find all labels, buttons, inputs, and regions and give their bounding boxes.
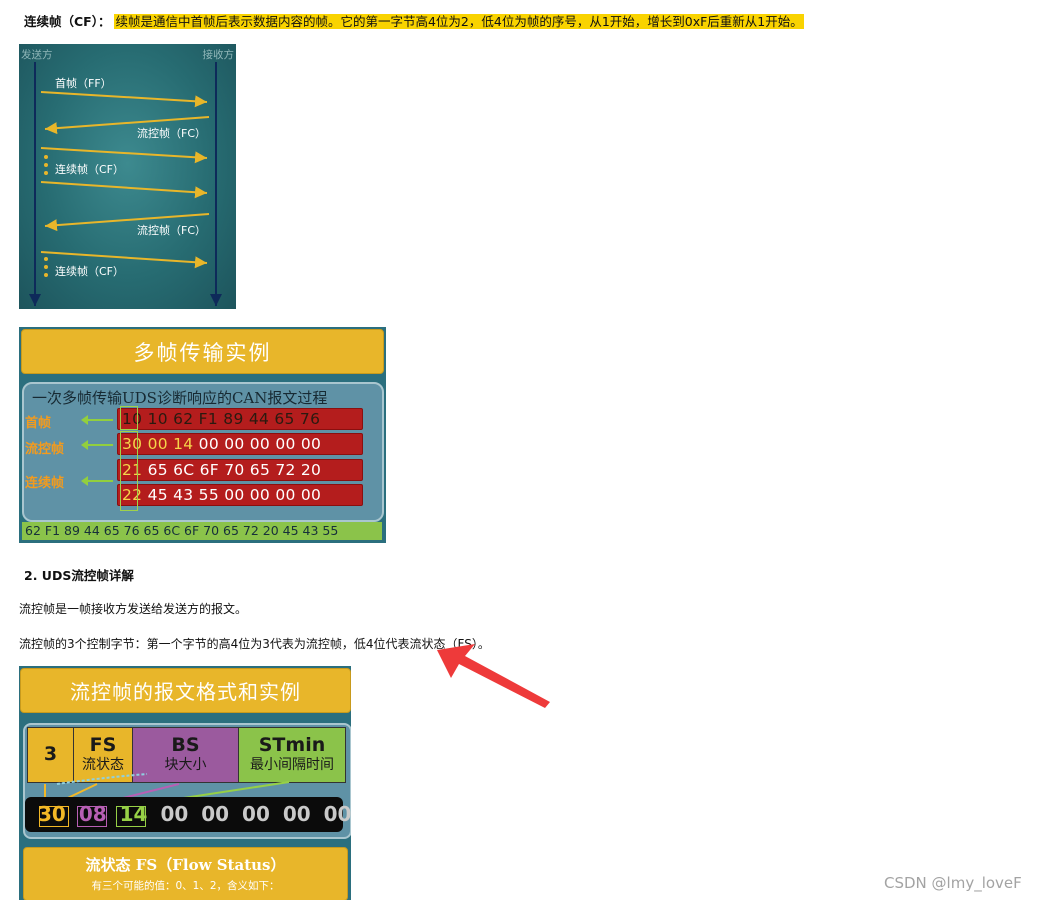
row-label-ff: 首帧 (25, 416, 52, 431)
cf-label-1: 连续帧（CF） (55, 163, 125, 176)
byte-3-box (116, 806, 146, 827)
watermark: CSDN @lmy_loveF (884, 874, 1022, 892)
row-label-fc: 流控帧 (25, 442, 65, 457)
pci-highlight-2 (120, 431, 138, 511)
row-label-cf: 连续帧 (25, 476, 65, 491)
fig2-title: 多帧传输实例 (21, 329, 384, 374)
can-frame-3: 21 65 6C 6F 70 65 72 20 (117, 459, 363, 481)
fig2-subtitle: 一次多帧传输UDS诊断响应的CAN报文过程 (32, 389, 328, 407)
frame-2-ctrl: 00 14 (147, 435, 194, 453)
fs-info-sub: 有三个可能的值：0、1、2，含义如下： (91, 880, 280, 892)
cf-highlight-text: 续帧是通信中首帧后表示数据内容的帧。它的第一字节高4位为2，低4位为帧的序号，从… (114, 14, 804, 29)
arrow-ff (81, 415, 113, 425)
cf-label-2: 连续帧（CF） (55, 265, 125, 278)
fs-info-title: 流状态 FS（Flow Status） (85, 856, 286, 874)
cf-label: 连续帧（CF）： (24, 14, 111, 29)
frame-1-len: 10 (147, 410, 168, 428)
can-frame-4: 22 45 43 55 00 00 00 00 (117, 484, 363, 506)
cf-description: 连续帧（CF）： 续帧是通信中首帧后表示数据内容的帧。它的第一字节高4位为2，低… (24, 13, 804, 31)
can-frame-1: 10 10 62 F1 89 44 65 76 (117, 408, 363, 430)
pci-highlight-1 (120, 406, 138, 430)
fs-info-box: 流状态 FS（Flow Status） 有三个可能的值：0、1、2，含义如下： (23, 847, 348, 900)
byte-2-box (77, 806, 107, 827)
paragraph-2: 流控帧的3个控制字节：第一个字节的高4位为3代表为流控帧，低4位代表流状态（FS… (19, 637, 490, 651)
arrow-fc (81, 440, 113, 450)
paragraph-1: 流控帧是一帧接收方发送给发送方的报文。 (19, 602, 248, 616)
frame-1-data: 62 F1 89 44 65 76 (173, 410, 321, 428)
frame-4-data: 45 43 55 00 00 00 00 (147, 486, 322, 504)
frame-3-data: 65 6C 6F 70 65 72 20 (147, 461, 322, 479)
arrow-cf (81, 476, 113, 486)
can-frame-2: 30 00 14 00 00 00 00 00 (117, 433, 363, 455)
multi-frame-example-image: 多帧传输实例 一次多帧传输UDS诊断响应的CAN报文过程 首帧 流控帧 连续帧 … (19, 327, 386, 543)
sequence-arrows (29, 62, 222, 306)
section-heading: 2. UDS流控帧详解 (24, 568, 134, 583)
ff-label: 首帧（FF） (55, 77, 112, 90)
frame-2-data: 00 00 00 00 00 (198, 435, 322, 453)
sequence-diagram-image: 发送方 接收方 首帧（FF） 流控帧（FC） 连续帧（CF） 流控帧（FC） 连… (19, 44, 236, 309)
red-arrow-icon (437, 644, 550, 708)
fig2-payload: 62 F1 89 44 65 76 65 6C 6F 70 65 72 20 4… (22, 522, 382, 540)
fc-label-1: 流控帧（FC） (137, 127, 207, 140)
flow-control-format-image: 流控帧的报文格式和实例 3 FS 流状态 BS 块大小 STmin 最小间隔时间… (19, 666, 351, 900)
fc-byte-rest: 00 00 00 00 00 (160, 802, 351, 826)
byte-1-box (39, 806, 69, 827)
fc-label-2: 流控帧（FC） (137, 224, 207, 237)
